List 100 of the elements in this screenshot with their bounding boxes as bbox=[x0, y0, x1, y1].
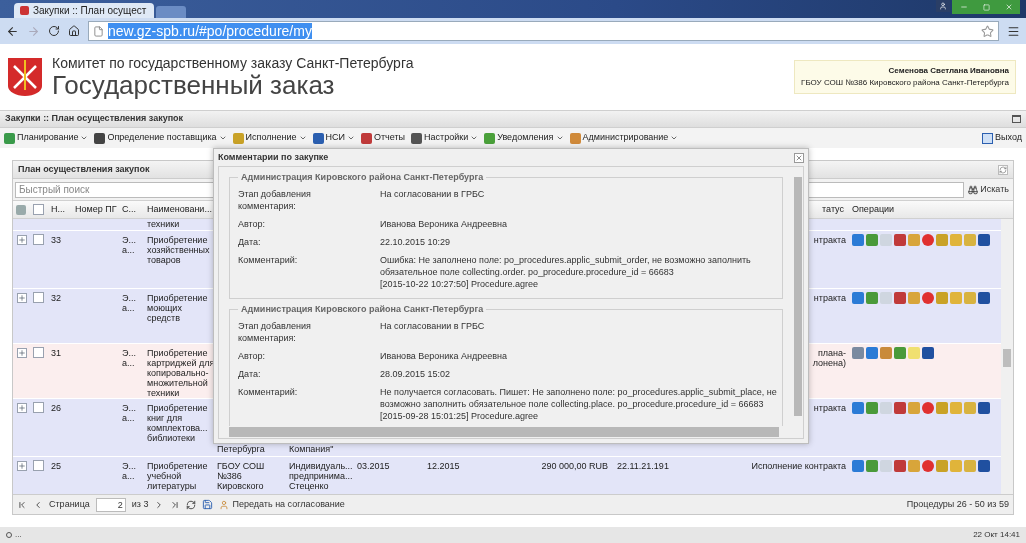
field-label: Этап добавления комментария: bbox=[238, 320, 312, 344]
user-button[interactable] bbox=[936, 0, 950, 12]
expand-icon[interactable] bbox=[17, 235, 27, 245]
stage-cell: Э... а... bbox=[122, 403, 136, 423]
previous-page-icon[interactable] bbox=[33, 499, 43, 510]
column-header[interactable]: Наименовани... bbox=[143, 202, 213, 217]
fieldset-legend: Администрация Кировского района Санкт-Петербурга bbox=[238, 303, 487, 317]
dialog-title: Комментарии по закупке bbox=[218, 150, 329, 164]
fieldset-legend: Администрация Кировского района Санкт-Петербурга bbox=[238, 171, 487, 185]
select-all-checkbox[interactable] bbox=[33, 204, 44, 215]
page-icon bbox=[93, 25, 104, 37]
back-icon[interactable] bbox=[6, 24, 19, 38]
column-header[interactable]: Операции bbox=[848, 202, 1006, 217]
page-count: из 3 bbox=[131, 497, 149, 511]
row-checkbox[interactable] bbox=[33, 460, 44, 471]
page-label: Страница bbox=[49, 497, 90, 511]
logout-button[interactable]: Выход bbox=[982, 131, 1022, 145]
first-page-icon[interactable] bbox=[17, 499, 27, 510]
org-name: Комитет по государственному заказу Санкт-Петербурга bbox=[52, 56, 414, 70]
send-for-approval-button[interactable]: Передать на согласование bbox=[219, 497, 345, 512]
menu-item[interactable]: Администрирование bbox=[569, 131, 679, 145]
end-cell: 12.2015 bbox=[427, 461, 460, 471]
name-cell: Приобретение книг для комплектова... библиотеки bbox=[147, 403, 208, 443]
browser-tab[interactable]: Закупки :: План осущест bbox=[14, 3, 154, 18]
supplier-cell: Компания" bbox=[289, 444, 334, 454]
field-label: Автор: bbox=[238, 218, 267, 230]
reload-icon[interactable] bbox=[48, 25, 60, 37]
menu-item[interactable]: Уведомления bbox=[484, 131, 564, 145]
stage-cell: Э... а... bbox=[122, 348, 136, 368]
number-cell: 32 bbox=[51, 293, 61, 303]
refresh-icon[interactable] bbox=[186, 499, 197, 510]
menu-item[interactable]: Планирование bbox=[4, 131, 89, 145]
start-cell: 03.2015 bbox=[357, 461, 390, 471]
close-icon[interactable] bbox=[794, 152, 804, 163]
field-value: На согласовании в ГРБС bbox=[380, 320, 486, 333]
number-cell: 33 bbox=[51, 235, 61, 245]
row-checkbox[interactable] bbox=[33, 347, 44, 358]
row-checkbox[interactable] bbox=[33, 234, 44, 245]
home-icon[interactable] bbox=[68, 25, 80, 37]
refresh-icon[interactable] bbox=[998, 164, 1008, 175]
name-cell: Приобретение учебной литературы bbox=[147, 461, 208, 491]
row-checkbox[interactable] bbox=[33, 292, 44, 303]
bookmark-star-icon[interactable] bbox=[981, 24, 994, 38]
menu-icon[interactable] bbox=[1007, 24, 1020, 38]
field-label: Дата: bbox=[238, 368, 262, 380]
binoculars-icon bbox=[968, 184, 979, 195]
user-name: Семенова Светлана Ивановна bbox=[887, 65, 1009, 77]
restore-icon[interactable] bbox=[982, 3, 990, 11]
forward-icon[interactable] bbox=[27, 24, 40, 38]
menu-item[interactable]: НСИ bbox=[312, 131, 355, 145]
number-cell: 25 bbox=[51, 461, 61, 471]
okpd-cell: 22.11.21.191 bbox=[617, 461, 669, 471]
expand-icon[interactable] bbox=[17, 293, 27, 303]
field-label: Комментарий: bbox=[238, 254, 299, 267]
name-cell: техники bbox=[147, 219, 180, 229]
number-cell: 31 bbox=[51, 348, 61, 358]
panel-title: План осуществления закупок bbox=[18, 162, 150, 176]
menu-item[interactable]: Исполнение bbox=[232, 131, 307, 145]
status-text: ... bbox=[15, 529, 22, 541]
field-value: Ошибка: Не заполнено поле: po_procedures.applic_submit_order, не возможно заполнить обязательное поле collecting.order. po_procedure.procedure_id = 66683 [2015-10-22 10:27:50] Procedure.agree bbox=[380, 254, 752, 290]
field-label: Дата: bbox=[238, 236, 262, 248]
minimize-icon[interactable] bbox=[959, 3, 968, 11]
name-cell: Приобретение моющих средств bbox=[147, 293, 208, 323]
row-checkbox[interactable] bbox=[33, 402, 44, 413]
url-text: new.gz-spb.ru/#po/procedure/my bbox=[108, 23, 312, 39]
last-page-icon[interactable] bbox=[170, 499, 181, 510]
expand-icon[interactable] bbox=[17, 461, 27, 471]
menu-item[interactable]: Определение поставщика bbox=[94, 131, 227, 145]
tab-title: Закупки :: План осущест bbox=[33, 4, 147, 18]
customer-cell: ГБОУ СОШ №386 Кировского bbox=[217, 461, 265, 491]
records-summary: Процедуры 26 - 50 из 59 bbox=[906, 497, 1009, 511]
close-icon[interactable] bbox=[1004, 3, 1013, 11]
field-value: Не получается согласовать. Пишет: Не заполнено поле: po_procedures.applic_submit_place, не возможно заполнить обязательное поле collecting.place. po_procedure.procedure_id = 66683 [2015-09-28 15:01:25] Procedure.agree bbox=[380, 386, 777, 422]
clock: 22 Окт 14:41 bbox=[973, 529, 1020, 541]
field-value: 22.10.2015 10:29 bbox=[380, 236, 452, 248]
menu-item[interactable]: Отчеты bbox=[360, 131, 406, 145]
stage-cell: Э... а... bbox=[122, 235, 136, 255]
customer-cell: Петербурга bbox=[217, 444, 265, 454]
expand-icon[interactable] bbox=[17, 403, 27, 413]
menu-item[interactable]: Настройки bbox=[411, 131, 479, 145]
status-cell: плана- лонена) bbox=[812, 348, 846, 368]
column-header[interactable]: С... bbox=[118, 202, 143, 217]
page-field[interactable]: 2 bbox=[95, 497, 126, 512]
site-title: Государственный заказ bbox=[52, 72, 335, 98]
expand-icon[interactable] bbox=[17, 348, 27, 358]
column-header[interactable]: Н... bbox=[47, 202, 71, 217]
supplier-cell: Индивидуаль... предпринима... Стеценко bbox=[289, 461, 353, 491]
section-title: Закупки :: План осуществления закупок bbox=[5, 112, 184, 126]
name-cell: Приобретение хозяйственных товаров bbox=[147, 235, 210, 265]
field-value: Иванова Вероника Андреевна bbox=[380, 218, 508, 230]
search-button[interactable]: Искать bbox=[968, 182, 1011, 197]
maximize-icon[interactable] bbox=[1012, 115, 1021, 123]
field-value: На согласовании в ГРБС bbox=[380, 188, 486, 201]
user-org: ГБОУ СОШ №386 Кировского района Санкт-Петербурга bbox=[801, 77, 1009, 89]
field-value: 28.09.2015 15:02 bbox=[380, 368, 452, 380]
scrollbar[interactable] bbox=[1001, 219, 1013, 494]
save-icon[interactable] bbox=[202, 499, 214, 510]
column-header[interactable]: Номер ПГ bbox=[71, 202, 118, 217]
stage-cell: Э... а... bbox=[122, 293, 136, 313]
sum-cell: 290 000,00 RUB bbox=[541, 461, 608, 471]
